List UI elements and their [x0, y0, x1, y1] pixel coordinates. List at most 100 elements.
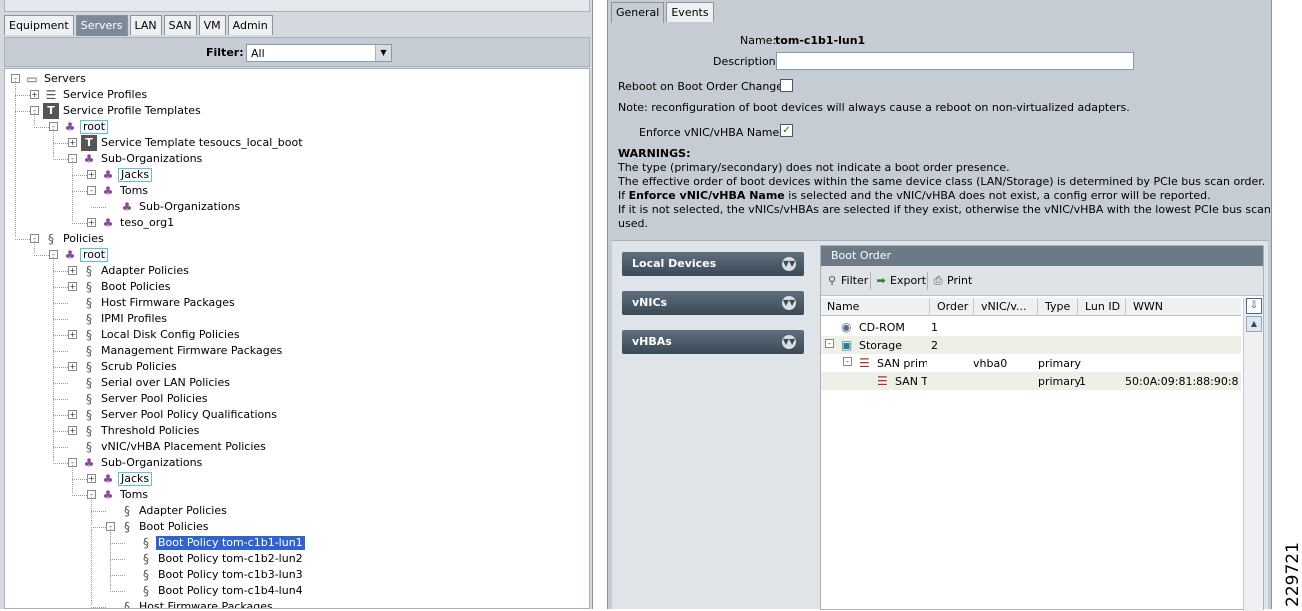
tree-node[interactable]: § Host Firmware Packages — [5, 295, 585, 311]
tree-node[interactable]: § Management Firmware Packages — [5, 343, 585, 359]
tree-node[interactable]: + ♣ Jacks — [5, 471, 585, 487]
tree-connector — [91, 207, 106, 208]
column-header[interactable]: Order — [937, 300, 968, 313]
tree-node[interactable]: - § Policies — [5, 231, 585, 247]
expand-icon[interactable]: + — [30, 90, 39, 99]
tab-lan[interactable]: LAN — [129, 15, 162, 35]
tree-node[interactable]: + § Boot Policies — [5, 279, 585, 295]
description-input[interactable] — [776, 52, 1134, 70]
tree-node-label: teso_org1 — [120, 216, 175, 229]
tab-vm[interactable]: VM — [198, 15, 226, 35]
tree-guide — [72, 161, 73, 221]
template-icon: T — [43, 103, 59, 119]
name-value: tom-c1b1-lun1 — [775, 34, 866, 47]
collapse-icon[interactable]: - — [87, 186, 96, 195]
tree-node[interactable]: - § Boot Policies — [5, 519, 585, 535]
collapse-icon[interactable]: - — [825, 339, 834, 348]
expand-icon[interactable]: + — [87, 218, 96, 227]
tree-node[interactable]: § Boot Policy tom-c1b3-lun3 — [5, 567, 585, 583]
tree-node[interactable]: § IPMI Profiles — [5, 311, 585, 327]
expand-icon[interactable]: + — [68, 410, 77, 419]
accordion-vnics[interactable]: vNICs ▼▼ — [622, 291, 804, 315]
accordion-vhbas[interactable]: vHBAs ▼▼ — [622, 330, 804, 354]
tree-node-label: Local Disk Config Policies — [101, 328, 240, 341]
chevron-down-icon[interactable]: ▼ — [375, 45, 391, 61]
tree-node[interactable]: § Host Firmware Packages — [5, 599, 585, 608]
table-row[interactable]: ◉ CD-ROM 1 — [821, 318, 1241, 336]
tab-servers[interactable]: Servers — [75, 15, 128, 36]
tree-node[interactable]: ♣ Sub-Organizations — [5, 199, 585, 215]
expand-icon[interactable]: + — [68, 266, 77, 275]
checkmark-icon: ✓ — [782, 125, 791, 136]
tree-node[interactable]: - ♣ Sub-Organizations — [5, 455, 585, 471]
tree-node[interactable]: - ♣ Toms — [5, 487, 585, 503]
double-chevron-down-icon[interactable]: ▼▼ — [782, 335, 796, 349]
row-lun: 1 — [1079, 375, 1086, 388]
column-header[interactable]: Type — [1045, 300, 1070, 313]
reboot-checkbox[interactable] — [780, 79, 793, 92]
tree-node[interactable]: - ♣ Sub-Organizations — [5, 151, 585, 167]
tree-connector — [53, 303, 68, 304]
tree-node[interactable]: § Serial over LAN Policies — [5, 375, 585, 391]
tree-node[interactable]: - T Service Profile Templates — [5, 103, 585, 119]
column-header[interactable]: Name — [827, 300, 859, 313]
double-chevron-down-icon[interactable]: ▼▼ — [782, 296, 796, 310]
table-row[interactable]: -☰ SAN primary vhba0 primary — [821, 354, 1241, 372]
tab-san[interactable]: SAN — [163, 15, 197, 35]
enforce-checkbox[interactable]: ✓ — [780, 124, 793, 137]
tab-general[interactable]: General — [611, 2, 665, 23]
column-chooser-icon[interactable]: ⇩ — [1246, 298, 1262, 314]
tree-node[interactable]: + ♣ teso_org1 — [5, 215, 585, 231]
accordion-local-devices[interactable]: Local Devices ▼▼ — [622, 252, 804, 276]
expand-icon[interactable]: + — [68, 138, 77, 147]
tree-node[interactable]: + ♣ Jacks — [5, 167, 585, 183]
tab-equipment[interactable]: Equipment — [4, 15, 74, 35]
column-divider — [1037, 298, 1038, 316]
tree-node[interactable]: § vNIC/vHBA Placement Policies — [5, 439, 585, 455]
expand-icon[interactable]: + — [87, 474, 96, 483]
tree-node[interactable]: § Boot Policy tom-c1b4-lun4 — [5, 583, 585, 599]
expand-icon[interactable]: + — [87, 170, 96, 179]
print-button[interactable]: ⎙ Print — [931, 274, 973, 288]
table-row[interactable]: - ▣ Storage 2 — [821, 336, 1241, 354]
expand-icon[interactable]: + — [68, 426, 77, 435]
table-row[interactable]: ☰ SAN Target primary primary1 50:0A:09:81:8… — [821, 372, 1241, 390]
tree-node[interactable]: - ▭ Servers — [5, 71, 585, 87]
policy-icon: § — [48, 232, 54, 246]
tree-node[interactable]: + § Scrub Policies — [5, 359, 585, 375]
tree-node[interactable]: § Adapter Policies — [5, 503, 585, 519]
tree-node[interactable]: + T Service Template tesoucs_local_boot — [5, 135, 585, 151]
tab-admin[interactable]: Admin — [227, 15, 273, 35]
filter-button[interactable]: ⚲ Filter — [825, 274, 868, 287]
scroll-up-icon[interactable]: ▲ — [1246, 316, 1262, 332]
filter-select[interactable]: All ▼ — [246, 44, 392, 62]
tree-node[interactable]: + § Threshold Policies — [5, 423, 585, 439]
boot-order-scrollbar[interactable]: ⇩ ▲ — [1243, 298, 1263, 611]
tree-node[interactable]: - ♣ root — [5, 119, 585, 135]
tree-node[interactable]: § Boot Policy tom-c1b1-lun1 — [5, 535, 585, 551]
tree-node-label: Sub-Organizations — [101, 456, 203, 469]
tree-node-label: Toms — [120, 184, 149, 197]
tree-node[interactable]: § Boot Policy tom-c1b2-lun2 — [5, 551, 585, 567]
column-header[interactable]: vNIC/v... — [981, 300, 1027, 313]
tree-node[interactable]: + ☰ Service Profiles — [5, 87, 585, 103]
column-header[interactable]: Lun ID — [1085, 300, 1120, 313]
tree-node[interactable]: - ♣ root — [5, 247, 585, 263]
tree-node[interactable]: + § Local Disk Config Policies — [5, 327, 585, 343]
expand-icon[interactable]: + — [68, 362, 77, 371]
collapse-icon[interactable]: - — [843, 357, 852, 366]
column-header[interactable]: WWN — [1133, 300, 1163, 313]
tree-node[interactable]: § Server Pool Policies — [5, 391, 585, 407]
tree-node[interactable]: - ♣ Toms — [5, 183, 585, 199]
tree-node[interactable]: + § Server Pool Policy Qualifications — [5, 407, 585, 423]
org-icon: ♣ — [102, 168, 114, 182]
tree-node[interactable]: + § Adapter Policies — [5, 263, 585, 279]
export-button[interactable]: ➡ Export — [874, 274, 926, 287]
expand-icon[interactable]: + — [68, 282, 77, 291]
expand-icon[interactable]: + — [68, 330, 77, 339]
filter-button-label: Filter — [841, 274, 869, 287]
double-chevron-down-icon[interactable]: ▼▼ — [782, 257, 796, 271]
tab-events[interactable]: Events — [666, 2, 714, 22]
tree-node-label: Jacks — [118, 168, 153, 182]
tree-connector — [34, 127, 49, 128]
